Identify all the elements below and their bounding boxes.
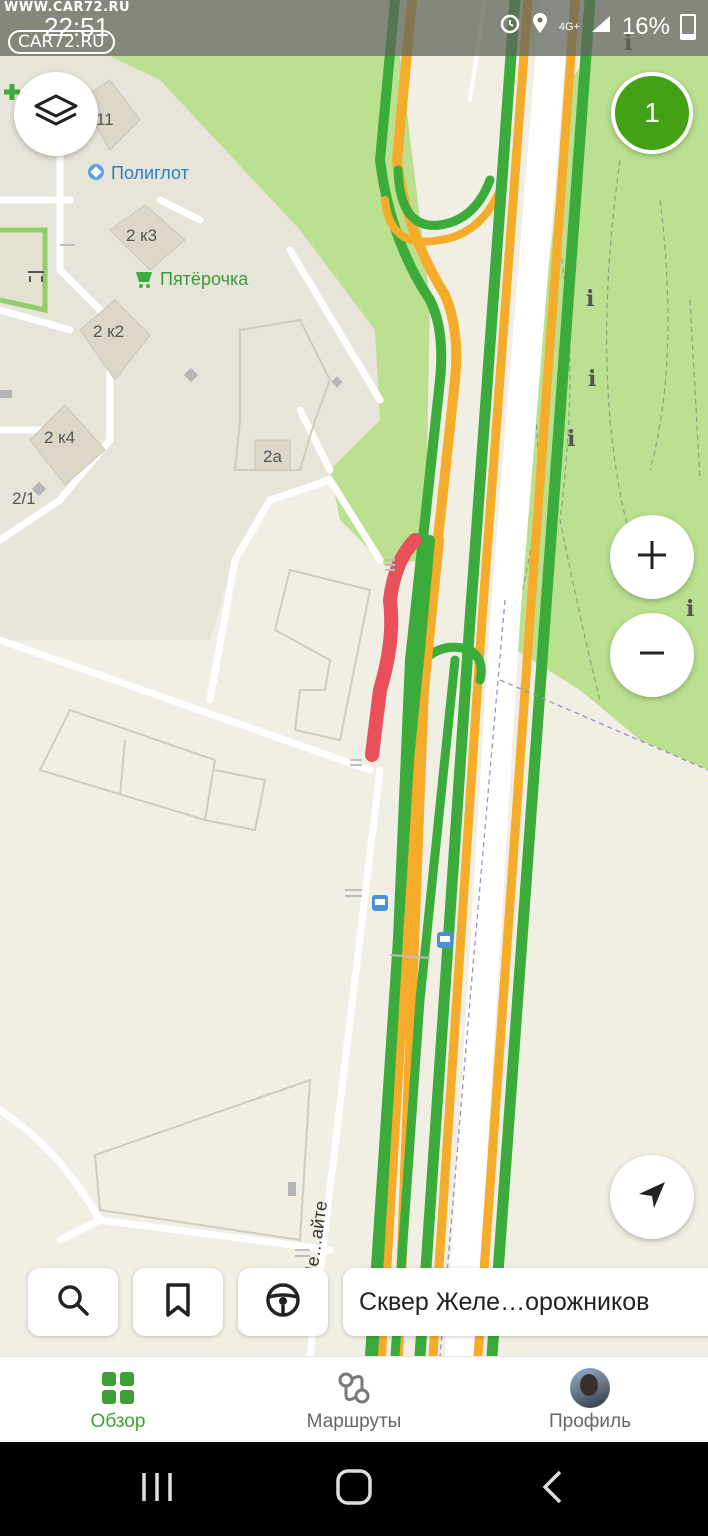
navigation-arrow-icon (635, 1178, 669, 1217)
watermark-logo: CAR72.RU (8, 30, 115, 54)
tab-routes-label: Маршруты (306, 1411, 402, 1432)
alarm-icon (499, 12, 521, 41)
traffic-score-badge[interactable]: 1 (611, 72, 693, 154)
network-label: 4G+ (558, 20, 580, 33)
back-icon (540, 1469, 564, 1510)
avatar (570, 1368, 610, 1408)
steering-wheel-icon (264, 1281, 302, 1324)
bookmark-icon (163, 1282, 193, 1323)
layers-button[interactable] (14, 72, 98, 156)
location-icon (531, 12, 549, 41)
svg-text:i: i (586, 286, 594, 312)
plus-icon (636, 539, 668, 576)
battery-percent: 16% (621, 12, 670, 40)
building-label-2-1: 2/1 (12, 489, 36, 508)
search-button[interactable] (28, 1268, 118, 1336)
map-graphic: i i i i i (0, 0, 708, 1371)
tab-overview[interactable]: Обзор (0, 1357, 236, 1443)
building-label-2k3: 2 к3 (126, 226, 158, 245)
tab-routes[interactable]: Маршруты (236, 1357, 472, 1443)
bottom-nav: Обзор Маршруты Профиль (0, 1356, 708, 1443)
svg-text:i: i (588, 366, 596, 392)
tab-overview-label: Обзор (90, 1411, 146, 1432)
building-label-2k2: 2 к2 (93, 322, 125, 341)
tab-profile[interactable]: Профиль (472, 1357, 708, 1443)
building-label-2k4: 2 к4 (44, 428, 76, 447)
routes-icon (336, 1369, 372, 1407)
system-nav-bar (0, 1442, 708, 1536)
bookmarks-button[interactable] (133, 1268, 223, 1336)
signal-icon (590, 13, 612, 41)
status-bar: 22:51 WWW.CAR72.RU CAR72.RU 4G+ 16% (0, 0, 708, 56)
search-icon (55, 1282, 91, 1323)
layers-icon (32, 92, 80, 137)
map-canvas[interactable]: i i i i i 11 Полиглот 2 к3 Пятёрочка 2 к… (0, 0, 708, 1371)
building-label-2a: 2а (263, 447, 282, 466)
back-button[interactable] (522, 1466, 582, 1512)
place-chip[interactable]: Сквер Желе…орожников (343, 1268, 708, 1336)
battery-icon (680, 13, 696, 40)
poi-label-pyaterochka[interactable]: Пятёрочка (160, 269, 248, 290)
home-icon (335, 1468, 373, 1511)
svg-text:i: i (567, 426, 575, 452)
recents-icon (140, 1470, 174, 1509)
recents-button[interactable] (127, 1466, 187, 1512)
watermark-text: WWW.CAR72.RU (4, 0, 131, 15)
building-label-11: 11 (96, 110, 114, 129)
status-icons: 4G+ 16% (499, 12, 696, 41)
tab-profile-label: Профиль (548, 1411, 632, 1432)
svg-text:i: i (686, 596, 694, 622)
place-chip-label: Сквер Желе…орожников (359, 1287, 650, 1316)
zoom-out-button[interactable] (610, 613, 694, 697)
zoom-in-button[interactable] (610, 515, 694, 599)
poi-label-poliglot[interactable]: Полиглот (111, 163, 189, 184)
locate-button[interactable] (610, 1155, 694, 1239)
minus-icon (638, 639, 666, 672)
home-button[interactable] (324, 1466, 384, 1512)
drive-button[interactable] (238, 1268, 328, 1336)
grid-icon (101, 1369, 135, 1407)
